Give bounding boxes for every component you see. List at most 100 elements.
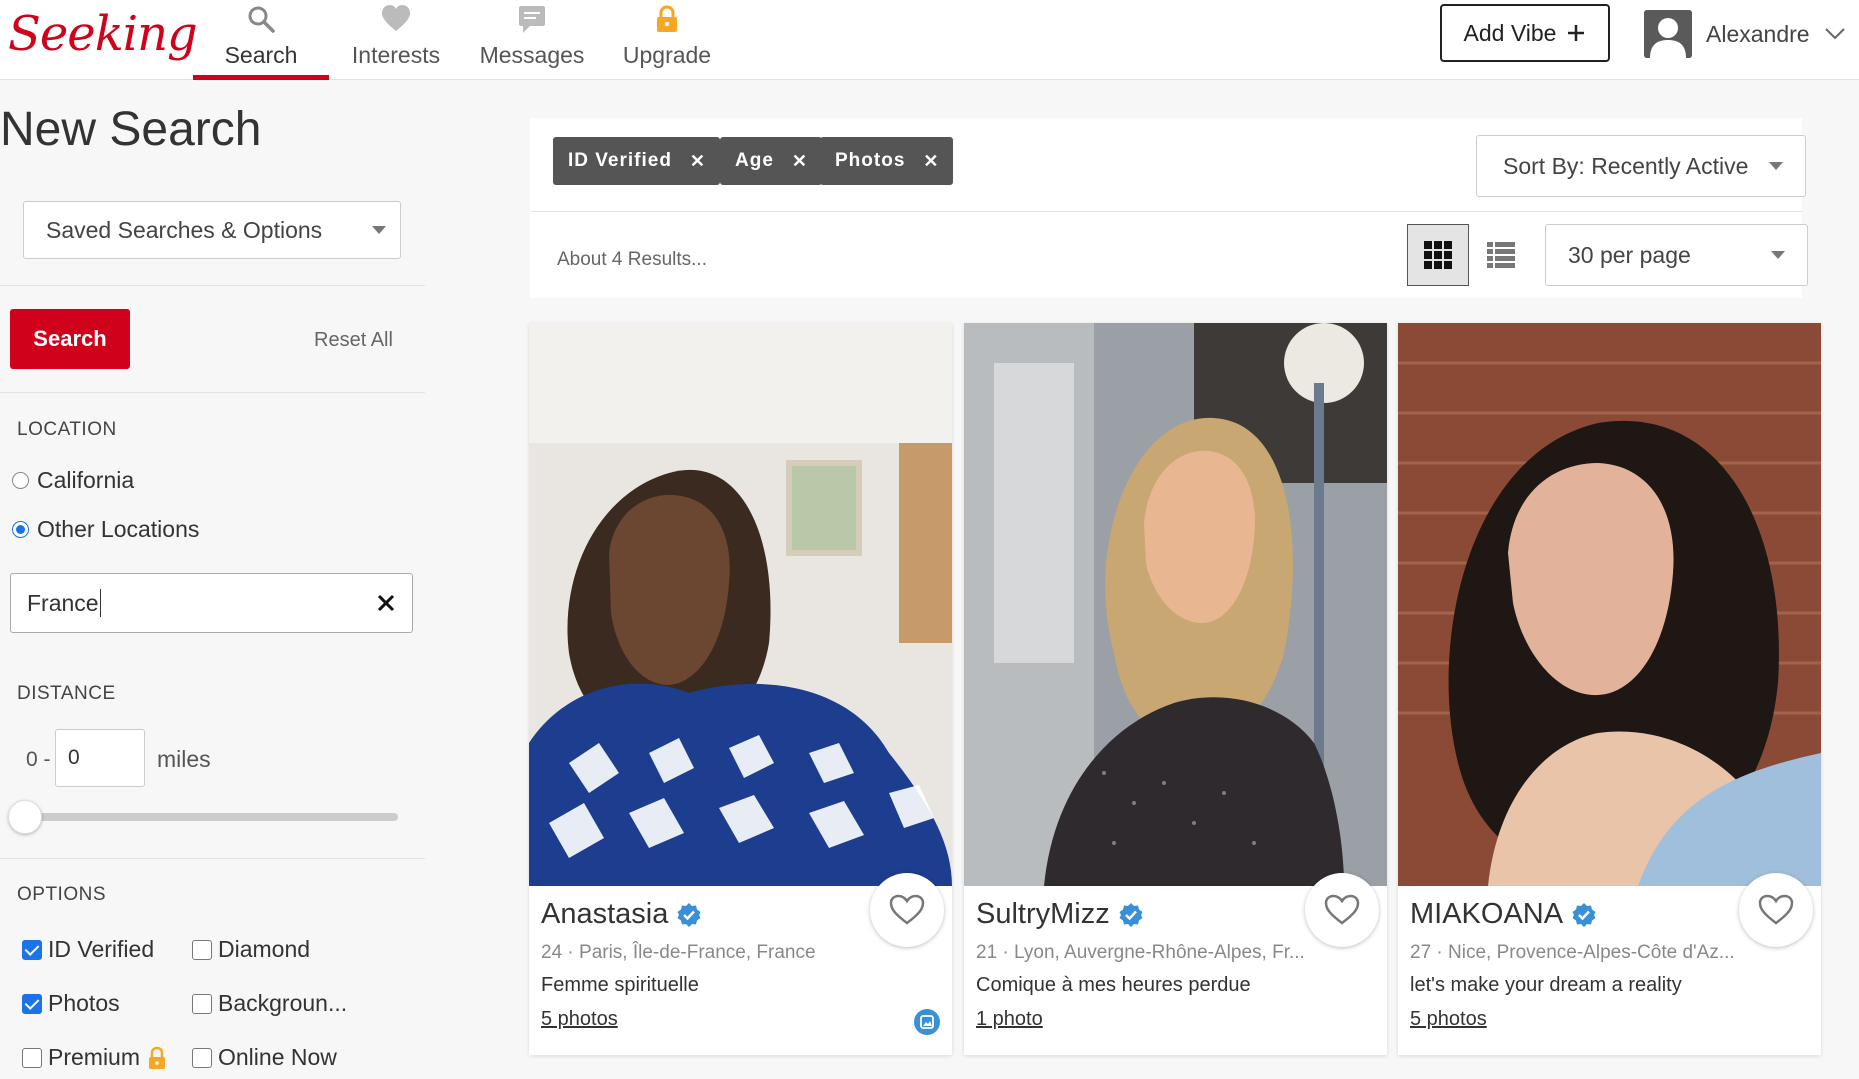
option-label: Photos	[48, 990, 120, 1016]
list-view-button[interactable]	[1470, 224, 1532, 286]
option-label: Online Now	[218, 1044, 337, 1070]
option-id-verified[interactable]: ID Verified	[22, 936, 154, 963]
nav-search[interactable]: Search	[193, 0, 329, 80]
lock-icon	[149, 1046, 166, 1069]
filter-chip-photos[interactable]: Photos ✕	[820, 137, 954, 185]
heart-outline-icon	[889, 894, 925, 925]
profile-name[interactable]: MIAKOANA	[1410, 898, 1597, 931]
checkbox[interactable]	[22, 1047, 42, 1068]
logo[interactable]: Seeking	[8, 6, 198, 62]
profile-photo[interactable]	[529, 323, 952, 886]
photo-gallery-icon	[914, 1009, 940, 1035]
checkbox[interactable]	[22, 993, 42, 1014]
nav-upgrade[interactable]: Upgrade	[599, 0, 735, 80]
location-section-title: LOCATION	[17, 419, 117, 440]
option-label: Diamond	[218, 936, 311, 962]
radio-label: Other Locations	[37, 516, 200, 542]
option-online-now[interactable]: Online Now	[192, 1044, 337, 1071]
profile-card[interactable]: MIAKOANA 27 · Nice, Provence-Alpes-Côte …	[1398, 323, 1821, 1055]
profile-menu[interactable]: Alexandre	[1644, 10, 1846, 58]
profile-meta: 24 · Paris, Île-de-France, France	[541, 942, 816, 963]
search-icon	[248, 6, 275, 33]
favorite-button[interactable]	[1739, 873, 1813, 947]
verified-badge-icon	[1572, 902, 1596, 927]
profile-photo[interactable]	[1398, 323, 1821, 886]
filter-chip-id-verified[interactable]: ID Verified ✕	[553, 137, 721, 185]
avatar	[1644, 10, 1692, 58]
nav-label: Interests	[351, 42, 441, 68]
profile-photo[interactable]	[964, 323, 1387, 886]
option-background[interactable]: Backgroun...	[192, 990, 347, 1017]
close-icon[interactable]: ✕	[792, 151, 808, 172]
heart-outline-icon	[1758, 894, 1794, 925]
radio-other-locations[interactable]: Other Locations	[12, 516, 199, 543]
grid-view-button[interactable]	[1407, 224, 1469, 286]
grid-icon	[1424, 241, 1452, 269]
nav-label: Messages	[479, 42, 585, 68]
checkbox[interactable]	[192, 1047, 212, 1068]
photos-link[interactable]: 5 photos	[1410, 1008, 1487, 1031]
option-label: Backgroun...	[218, 990, 348, 1016]
radio-california[interactable]: California	[12, 467, 134, 494]
distance-prefix: 0 -	[26, 748, 51, 771]
lock-icon	[657, 5, 677, 32]
favorite-button[interactable]	[870, 873, 944, 947]
profile-card[interactable]: SultryMizz 21 · Lyon, Auvergne-Rhône-Alp…	[964, 323, 1387, 1055]
favorite-button[interactable]	[1305, 873, 1379, 947]
sort-dropdown[interactable]: Sort By: Recently Active	[1476, 135, 1806, 197]
location-input[interactable]: France	[10, 573, 413, 633]
search-sidebar: New Search Saved Searches & Options Sear…	[0, 80, 425, 1079]
close-icon[interactable]: ✕	[923, 151, 939, 172]
profile-name[interactable]: SultryMizz	[976, 898, 1144, 931]
distance-unit: miles	[157, 746, 211, 772]
nav-messages[interactable]: Messages	[464, 0, 600, 80]
radio-button[interactable]	[12, 521, 29, 538]
profile-name-text: MIAKOANA	[1410, 898, 1564, 930]
clear-icon[interactable]	[372, 589, 400, 617]
add-vibe-button[interactable]: Add Vibe	[1440, 4, 1610, 62]
chip-label: Age	[735, 150, 774, 171]
list-icon	[1487, 242, 1515, 268]
reset-all-link[interactable]: Reset All	[314, 329, 393, 352]
nav-interests[interactable]: Interests	[328, 0, 464, 80]
option-diamond[interactable]: Diamond	[192, 936, 310, 963]
top-bar: Seeking Search Interests Messages Upgrad…	[0, 0, 1859, 80]
results-count: About 4 Results...	[557, 249, 707, 270]
checkbox[interactable]	[192, 939, 212, 960]
sort-label: Sort By: Recently Active	[1503, 152, 1749, 179]
divider	[0, 858, 425, 859]
add-vibe-label: Add Vibe	[1463, 19, 1557, 46]
profile-card[interactable]: Anastasia 24 · Paris, Île-de-France, Fra…	[529, 323, 952, 1055]
per-page-dropdown[interactable]: 30 per page	[1545, 224, 1808, 286]
user-name: Alexandre	[1706, 20, 1810, 47]
photos-link[interactable]: 5 photos	[541, 1008, 618, 1031]
caret-down-icon	[372, 226, 386, 234]
heart-outline-icon	[1324, 894, 1360, 925]
checkbox[interactable]	[22, 939, 42, 960]
profile-tagline: Femme spirituelle	[541, 974, 699, 996]
verified-badge-icon	[1119, 902, 1143, 927]
saved-searches-dropdown[interactable]: Saved Searches & Options	[23, 201, 401, 259]
chip-label: Photos	[835, 150, 906, 171]
option-premium[interactable]: Premium	[22, 1044, 168, 1071]
search-button[interactable]: Search	[10, 309, 130, 369]
option-photos[interactable]: Photos	[22, 990, 120, 1017]
plus-icon	[1568, 25, 1585, 41]
photos-link[interactable]: 1 photo	[976, 1008, 1043, 1031]
filter-chip-age[interactable]: Age ✕	[720, 137, 822, 185]
checkbox[interactable]	[192, 993, 212, 1014]
distance-input-value: 0	[68, 746, 80, 769]
verified-badge-icon	[677, 902, 701, 927]
divider	[530, 211, 1802, 212]
profile-name-text: SultryMizz	[976, 898, 1110, 930]
nav-label: Upgrade	[622, 42, 712, 68]
caret-down-icon	[1769, 162, 1783, 170]
chevron-down-icon	[1824, 28, 1845, 40]
radio-button[interactable]	[12, 472, 29, 489]
distance-input[interactable]: 0	[55, 729, 145, 787]
distance-slider-handle[interactable]	[8, 800, 42, 834]
distance-slider-track[interactable]	[25, 813, 398, 821]
close-icon[interactable]: ✕	[690, 151, 706, 172]
profile-name[interactable]: Anastasia	[541, 898, 702, 931]
heart-icon	[382, 5, 410, 31]
